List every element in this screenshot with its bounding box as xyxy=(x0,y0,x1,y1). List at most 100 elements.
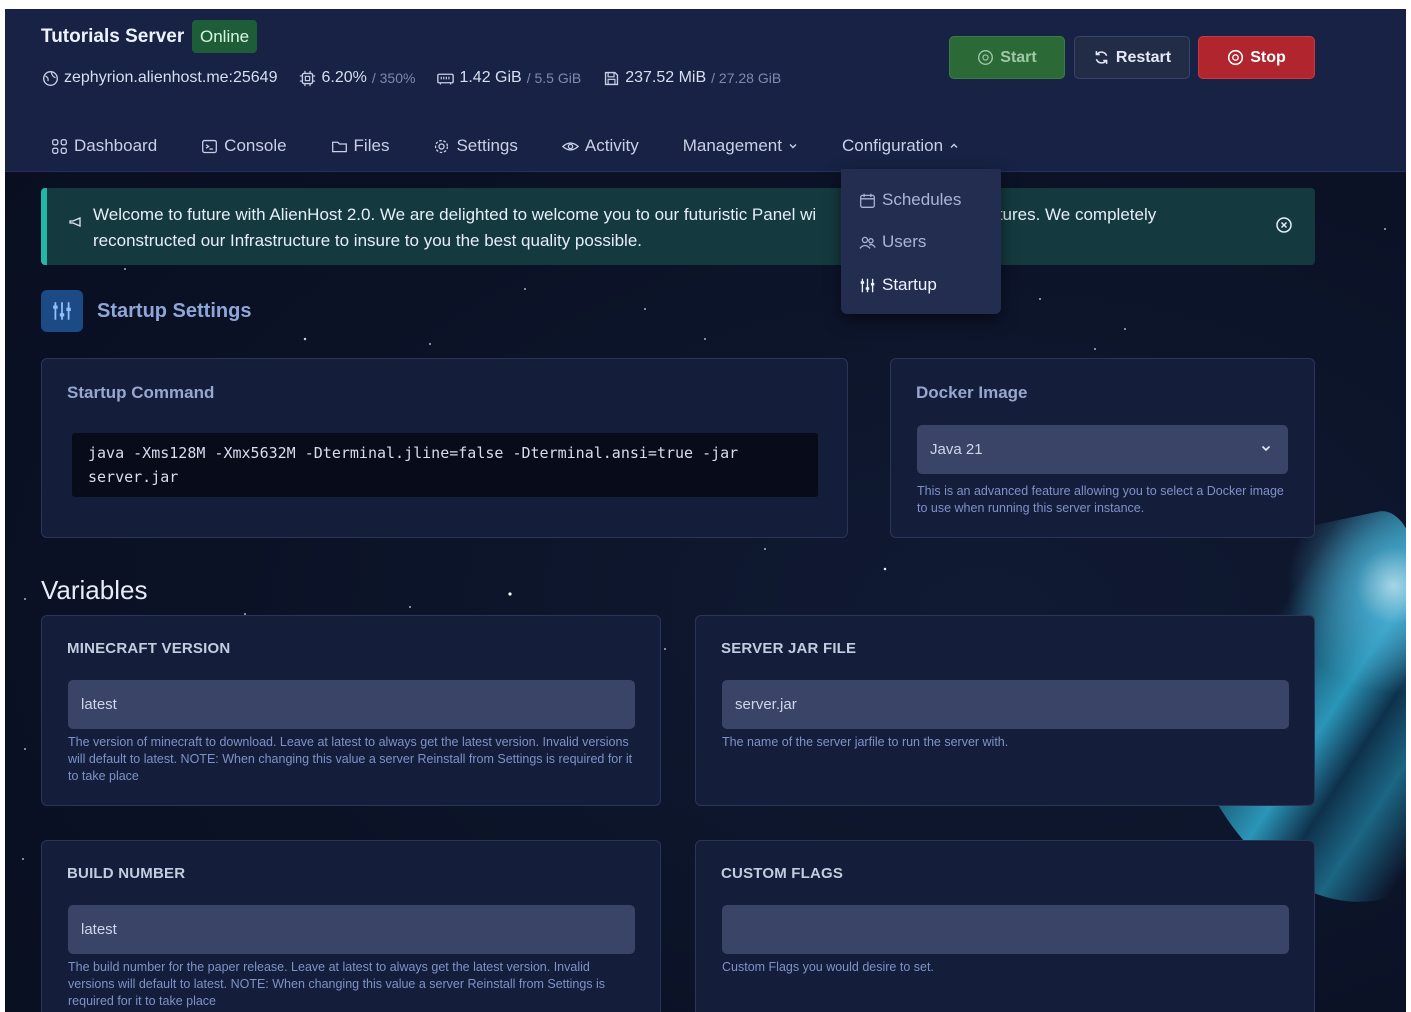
stop-button[interactable]: Stop xyxy=(1198,36,1315,79)
variable-description: Custom Flags you would desire to set. xyxy=(722,960,934,974)
eye-icon xyxy=(561,141,579,151)
restart-label: Restart xyxy=(1115,48,1172,66)
build-number-input[interactable]: latest xyxy=(68,905,635,954)
variable-description: The build number for the paper release. … xyxy=(68,960,606,1008)
restart-button[interactable]: Restart xyxy=(1074,36,1190,79)
chevron-up-icon xyxy=(950,143,958,148)
server-header: Tutorials Server Online zephyrion.alienh… xyxy=(5,9,1406,172)
nav-activity[interactable]: Activity xyxy=(561,136,639,156)
server-name: Tutorials Server xyxy=(41,26,185,47)
app-frame: Tutorials Server Online zephyrion.alienh… xyxy=(5,9,1406,1012)
nav-activity-label: Activity xyxy=(584,136,639,155)
start-label: Start xyxy=(1000,48,1037,66)
memory-usage: 1.42 GiB xyxy=(459,69,522,86)
page-title: Startup Settings xyxy=(97,299,252,322)
configuration-menu: Schedules Users Startup xyxy=(841,169,1001,314)
variable-description: The name of the server jarfile to run th… xyxy=(722,735,1009,749)
cpu-limit: / 350% xyxy=(371,70,416,86)
variable-card-minecraft-version: MINECRAFT VERSION latest The version of … xyxy=(41,615,661,806)
cpu-usage: 6.20% xyxy=(321,69,367,86)
gear-icon xyxy=(435,139,449,153)
users-icon xyxy=(859,236,876,249)
startup-command-title: Startup Command xyxy=(67,383,215,402)
disk-limit: / 27.28 GiB xyxy=(711,70,782,86)
cpu-stat: 6.20% / 350% xyxy=(299,69,415,87)
folder-icon xyxy=(331,141,347,152)
startup-command-card: Startup Command java -Xms128M -Xmx5632M … xyxy=(41,358,848,538)
build-number-value: latest xyxy=(81,921,117,938)
nav-configuration[interactable]: Configuration xyxy=(842,136,959,156)
sliders-icon xyxy=(860,278,875,292)
disk-usage: 237.52 MiB xyxy=(625,69,707,86)
nav-management-label: Management xyxy=(682,136,782,155)
nav-dashboard[interactable]: Dashboard xyxy=(51,136,157,156)
nav-files[interactable]: Files xyxy=(331,136,390,156)
memory-icon xyxy=(437,73,455,84)
nav-management[interactable]: Management xyxy=(683,136,798,156)
menu-item-users[interactable]: Users xyxy=(859,232,926,252)
minecraft-version-input[interactable]: latest xyxy=(68,680,635,729)
disk-stat: 237.52 MiB / 27.28 GiB xyxy=(603,69,781,87)
floppy-disk-icon xyxy=(605,71,619,85)
docker-image-select[interactable]: Java 21 xyxy=(917,425,1288,474)
variable-label: MINECRAFT VERSION xyxy=(67,640,231,657)
docker-image-description: This is an advanced feature allowing you… xyxy=(917,484,1284,515)
startup-command-value[interactable]: java -Xms128M -Xmx5632M -Dterminal.jline… xyxy=(72,433,818,497)
close-icon[interactable] xyxy=(1275,216,1293,234)
terminal-icon xyxy=(202,139,218,153)
stop-label: Stop xyxy=(1250,48,1286,66)
menu-item-startup[interactable]: Startup xyxy=(859,275,937,295)
variable-label: SERVER JAR FILE xyxy=(721,640,857,657)
megaphone-icon xyxy=(69,217,81,227)
minecraft-version-value: latest xyxy=(81,696,117,713)
stop-circle-icon xyxy=(1228,49,1244,66)
nav-configuration-label: Configuration xyxy=(841,136,944,155)
address-stat: zephyrion.alienhost.me:25649 xyxy=(42,69,277,87)
menu-item-users-label: Users xyxy=(882,232,927,251)
start-button[interactable]: Start xyxy=(949,36,1065,79)
menu-item-schedules[interactable]: Schedules xyxy=(859,190,961,210)
server-jar-value: server.jar xyxy=(735,696,797,713)
docker-image-title: Docker Image xyxy=(916,383,1028,402)
play-circle-icon xyxy=(978,50,994,65)
banner-line-1: Welcome to future with AlienHost 2.0. We… xyxy=(93,205,817,224)
variable-label: CUSTOM FLAGS xyxy=(721,865,844,882)
variable-card-server-jar-file: SERVER JAR FILE server.jar The name of t… xyxy=(695,615,1315,806)
nav-dashboard-label: Dashboard xyxy=(74,136,158,155)
calendar-icon xyxy=(860,193,875,208)
variable-card-custom-flags: CUSTOM FLAGS Custom Flags you would desi… xyxy=(695,840,1315,1012)
nav-console[interactable]: Console xyxy=(201,136,287,156)
status-badge: Online xyxy=(192,20,258,53)
memory-stat: 1.42 GiB / 5.5 GiB xyxy=(437,69,581,87)
cpu-icon xyxy=(300,70,316,86)
welcome-banner: Welcome to future with AlienHost 2.0. We… xyxy=(41,188,1315,265)
memory-limit: / 5.5 GiB xyxy=(526,70,582,86)
banner-line-1-tail: features. We completely xyxy=(974,205,1157,224)
nav-files-label: Files xyxy=(353,136,390,155)
nav-settings[interactable]: Settings xyxy=(433,136,518,156)
server-jar-input[interactable]: server.jar xyxy=(722,680,1289,729)
chevron-down-icon xyxy=(789,144,797,149)
docker-image-value: Java 21 xyxy=(930,441,983,458)
startup-settings-heading: Startup Settings xyxy=(41,290,251,332)
nav-settings-label: Settings xyxy=(456,136,518,155)
variable-label: BUILD NUMBER xyxy=(67,865,186,882)
server-nav: Dashboard Console Files Settings Activit… xyxy=(51,136,1003,156)
grid-icon xyxy=(52,138,67,154)
globe-icon xyxy=(43,70,58,86)
server-stats: zephyrion.alienhost.me:25649 6.20% / 350… xyxy=(42,69,781,87)
menu-item-schedules-label: Schedules xyxy=(882,190,962,209)
refresh-icon xyxy=(1095,51,1108,64)
banner-line-2: reconstructed our Infrastructure to insu… xyxy=(93,231,643,250)
variable-description: The version of minecraft to download. Le… xyxy=(68,735,633,783)
custom-flags-input[interactable] xyxy=(722,905,1289,954)
menu-item-startup-label: Startup xyxy=(882,275,937,294)
variables-heading: Variables xyxy=(41,575,148,605)
banner-message: Welcome to future with AlienHost 2.0. We… xyxy=(93,202,1213,254)
docker-image-card: Docker Image Java 21 This is an advanced… xyxy=(890,358,1315,538)
sliders-icon xyxy=(41,290,83,332)
nav-console-label: Console xyxy=(224,136,287,155)
variable-card-build-number: BUILD NUMBER latest The build number for… xyxy=(41,840,661,1012)
server-address[interactable]: zephyrion.alienhost.me:25649 xyxy=(64,69,277,87)
chevron-down-icon xyxy=(1261,445,1271,452)
